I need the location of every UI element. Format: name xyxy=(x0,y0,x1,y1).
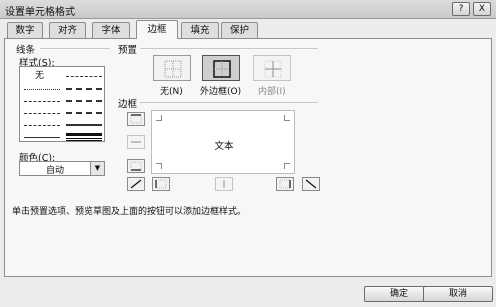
border-diagonal-down-button[interactable] xyxy=(302,177,320,191)
line-style-medium-dashed[interactable] xyxy=(66,112,102,114)
tab-fill[interactable]: 填充 xyxy=(181,22,219,38)
border-bottom-button[interactable] xyxy=(127,159,145,173)
line-style-none[interactable]: 无 xyxy=(35,68,44,81)
help-button[interactable]: ? xyxy=(452,2,470,16)
hint-text: 单击预置选项、预览草图及上面的按钮可以添加边框样式。 xyxy=(12,207,247,217)
line-style-dotted[interactable] xyxy=(24,101,60,102)
line-style-thick[interactable] xyxy=(66,133,102,136)
title-bar: 设置单元格格式 ? X xyxy=(0,0,496,19)
border-right-button[interactable] xyxy=(276,177,294,191)
line-style-thin[interactable] xyxy=(24,137,60,138)
tab-alignment[interactable]: 对齐 xyxy=(49,22,86,38)
line-group-title: 线条 xyxy=(16,45,36,56)
preview-text: 文本 xyxy=(214,141,234,152)
border-top-icon xyxy=(130,114,142,124)
preset-none-icon xyxy=(164,60,182,78)
border-inside-vertical-icon xyxy=(223,180,225,188)
tab-protection[interactable]: 保护 xyxy=(221,22,258,38)
preset-inside-button[interactable] xyxy=(253,55,291,81)
border-diagonal-up-button[interactable] xyxy=(127,177,145,191)
line-style-dash-dot-dot[interactable] xyxy=(24,113,60,114)
window-title: 设置单元格格式 xyxy=(5,7,75,18)
tab-font[interactable]: 字体 xyxy=(92,22,130,38)
line-style-medium-dash-dot[interactable] xyxy=(66,100,102,102)
border-left-icon xyxy=(155,179,167,189)
preset-inside-label: 内部(I) xyxy=(258,87,286,97)
presets-group-title: 预置 xyxy=(118,45,138,56)
close-button[interactable]: X xyxy=(473,2,491,16)
preview-corner-bl xyxy=(156,163,162,169)
border-group-divider xyxy=(140,102,318,103)
line-style-double[interactable] xyxy=(66,138,102,141)
preset-outline-icon xyxy=(213,60,231,78)
line-style-medium[interactable] xyxy=(66,124,102,126)
line-style-medium-dash-dot-dot[interactable] xyxy=(66,76,102,77)
line-style-hair[interactable] xyxy=(24,89,60,90)
line-style-dash-dot[interactable] xyxy=(24,125,60,126)
preset-none-label: 无(N) xyxy=(160,87,183,97)
border-inside-vertical-button[interactable] xyxy=(215,177,233,191)
border-top-button[interactable] xyxy=(127,112,145,126)
preset-inside-icon xyxy=(264,60,282,78)
preview-corner-tr xyxy=(284,115,290,121)
border-bottom-icon xyxy=(130,161,142,171)
line-style-list[interactable]: 无 xyxy=(19,66,105,142)
border-diagonal-down-icon xyxy=(305,179,317,189)
color-select[interactable]: 自动 ▼ xyxy=(19,161,105,176)
cancel-button[interactable]: 取消 xyxy=(423,286,493,302)
preset-none-button[interactable] xyxy=(153,55,191,81)
tab-border[interactable]: 边框 xyxy=(136,20,178,39)
color-value: 自动 xyxy=(45,166,64,176)
line-style-slanted-dash-dot[interactable] xyxy=(66,88,102,90)
border-inside-horizontal-icon xyxy=(131,141,141,143)
tab-number[interactable]: 数字 xyxy=(7,22,43,38)
border-group-title: 边框 xyxy=(118,99,138,110)
line-group-divider xyxy=(40,48,110,49)
border-preview[interactable]: 文本 xyxy=(151,110,295,174)
presets-group-divider xyxy=(140,48,318,49)
border-diagonal-up-icon xyxy=(130,179,142,189)
border-left-button[interactable] xyxy=(152,177,170,191)
preset-outline-button[interactable] xyxy=(202,55,240,81)
border-right-icon xyxy=(279,179,291,189)
preview-corner-tl xyxy=(156,115,162,121)
preview-corner-br xyxy=(284,163,290,169)
chevron-down-icon[interactable]: ▼ xyxy=(90,162,104,175)
preset-outline-label: 外边框(O) xyxy=(200,87,242,97)
border-inside-horizontal-button[interactable] xyxy=(127,135,145,149)
